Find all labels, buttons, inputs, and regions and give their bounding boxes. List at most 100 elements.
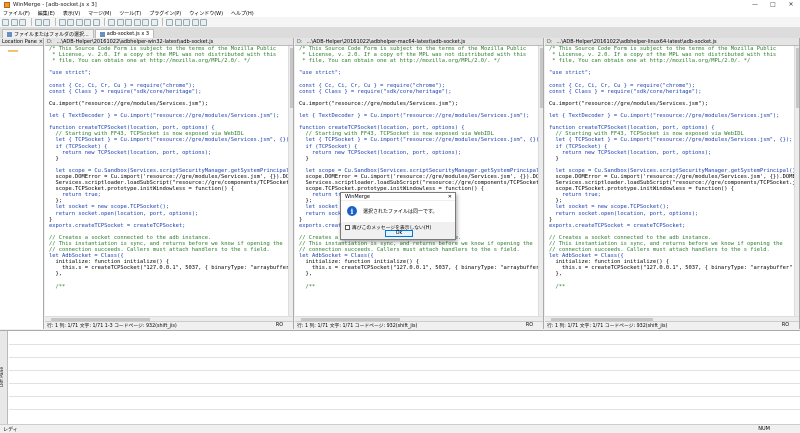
checkbox-box[interactable]	[345, 225, 350, 230]
code-line: this.s = createTCPSocket("127.0.0.1", 50…	[49, 265, 293, 272]
dialog-footer: 再びこのメッセージを表示しない(H) Ok	[341, 222, 455, 239]
diff-row-divider	[9, 370, 800, 371]
status-bar: レディ NUM	[0, 424, 800, 433]
pane-path: ...\ADB-Helper\20161022\adbhelper-linux6…	[556, 38, 717, 45]
left-pane-status: 行: 1 列: 1/71 文字: 1/71 1-3 コードページ: 932(sh…	[45, 321, 293, 329]
open-icon[interactable]	[10, 18, 18, 26]
next-diff-icon[interactable]	[58, 18, 66, 26]
copy-left-advance-icon[interactable]	[133, 18, 141, 26]
tab-label: ファイルまたはフォルダの選択...	[14, 31, 89, 38]
code-line: this.s = createTCPSocket("127.0.0.1", 50…	[549, 265, 799, 272]
menu-window[interactable]: ウィンドウ(W)	[189, 10, 223, 17]
diff-row-divider	[9, 383, 800, 384]
location-pane[interactable]: Location Pane ×	[0, 38, 44, 329]
right-file-pane[interactable]: D: ...\ADB-Helper\20161022\adbhelper-lin…	[545, 38, 800, 329]
app-icon	[4, 1, 10, 8]
minimize-button[interactable]: —	[746, 0, 764, 9]
message-dialog: WinMerge ✕ i 選択されたファイルは同一です。 再びこのメッセージを表…	[340, 192, 456, 240]
diff-row-divider	[9, 344, 800, 345]
close-button[interactable]: ✕	[782, 0, 800, 9]
right-code-view[interactable]: /* This Source Code Form is subject to t…	[545, 46, 799, 321]
new-icon[interactable]	[2, 18, 9, 26]
save-icon[interactable]	[19, 18, 26, 26]
current-diff-icon[interactable]	[84, 18, 91, 26]
middle-pane-status: 行: 1 列: 1/71 文字: 1/71 コードページ: 932(shift_…	[295, 321, 543, 329]
status-ready: レディ	[3, 426, 18, 433]
refresh-icon[interactable]	[174, 18, 182, 26]
menu-file[interactable]: ファイル(F)	[3, 10, 30, 17]
pane-status-text: 行: 1 列: 1/71 文字: 1/71 コードページ: 932(shift_…	[547, 324, 668, 329]
ok-button[interactable]: Ok	[385, 230, 413, 237]
dialog-title-bar: WinMerge ✕	[341, 193, 455, 201]
toolbar-separator	[54, 18, 56, 26]
menu-merge[interactable]: マージ(M)	[88, 10, 111, 17]
code-line: let { TextDecoder } = Cu.import("resourc…	[549, 113, 780, 120]
code-line: this.s = createTCPSocket("127.0.0.1", 50…	[299, 265, 543, 272]
code-line: let { TCPSocket } = Cu.import("resource:…	[549, 137, 793, 144]
diff-row-divider	[9, 357, 800, 358]
scroll-thumb[interactable]	[290, 48, 293, 108]
tab-open-files[interactable]: ファイルまたはフォルダの選択...	[2, 29, 94, 38]
last-diff-icon[interactable]	[92, 18, 100, 26]
location-pane-close-icon[interactable]: ×	[39, 39, 43, 45]
filter-icon[interactable]	[183, 18, 190, 26]
scroll-thumb[interactable]	[796, 48, 799, 108]
pane-status-text: 行: 1 列: 1/71 文字: 1/71 1-3 コードページ: 932(sh…	[47, 324, 177, 329]
pane-path: ...\ADB-Helper\20161022\adbhelper-win32-…	[56, 38, 214, 45]
undo-icon[interactable]	[34, 18, 42, 26]
settings-icon[interactable]	[200, 18, 207, 26]
copy-right-icon[interactable]	[108, 18, 115, 26]
code-line: let { TextDecoder } = Cu.import("resourc…	[49, 113, 280, 120]
prev-diff-icon[interactable]	[67, 18, 74, 26]
read-only-badge: RO	[525, 323, 533, 328]
scroll-thumb[interactable]	[540, 48, 543, 108]
maximize-button[interactable]: □	[764, 0, 782, 9]
dialog-title: WinMerge	[345, 193, 370, 200]
tab-label: adb-socket.js x 3	[106, 31, 150, 37]
code-line: let { TextDecoder } = Cu.import("resourc…	[299, 113, 530, 120]
left-vertical-scrollbar[interactable]	[288, 46, 293, 321]
middle-file-pane[interactable]: D: ...\ADB-Helper\20161022\adbhelper-mac…	[295, 38, 544, 329]
first-diff-icon[interactable]	[75, 18, 83, 26]
diff-row-divider	[9, 409, 800, 410]
compare-icon[interactable]	[191, 18, 199, 26]
left-code-view[interactable]: /* This Source Code Form is subject to t…	[45, 46, 293, 321]
dialog-close-icon[interactable]: ✕	[448, 194, 452, 200]
toolbar-separator	[162, 18, 163, 26]
read-only-badge: RO	[781, 323, 789, 328]
copy-all-left-icon[interactable]	[150, 18, 158, 26]
left-file-pane[interactable]: D: ...\ADB-Helper\20161022\adbhelper-win…	[45, 38, 294, 329]
dialog-message: 選択されたファイルは同一です。	[363, 209, 438, 215]
menu-view[interactable]: 表示(V)	[63, 10, 80, 17]
window-title: WinMerge - [adb-socket.js x 3]	[13, 1, 97, 8]
right-vertical-scrollbar[interactable]	[794, 46, 799, 321]
location-pane-header: Location Pane ×	[0, 38, 43, 46]
menu-plugins[interactable]: プラグイン(P)	[149, 10, 181, 17]
code-line: /**	[299, 283, 316, 290]
file-compare-icon	[99, 31, 105, 37]
copy-all-right-icon[interactable]	[142, 18, 149, 26]
menu-tools[interactable]: ツール(T)	[119, 10, 141, 17]
menu-help[interactable]: ヘルプ(H)	[231, 10, 254, 17]
middle-code-view[interactable]: /* This Source Code Form is subject to t…	[295, 46, 543, 321]
redo-icon[interactable]	[43, 18, 50, 26]
middle-pane-header: D: ...\ADB-Helper\20161022\adbhelper-mac…	[295, 38, 543, 46]
code-line: /**	[549, 283, 566, 290]
tab-bar: ファイルまたはフォルダの選択... adb-socket.js x 3	[0, 28, 800, 38]
info-icon: i	[347, 206, 357, 216]
diff-pane[interactable]: Diff Pane	[0, 330, 800, 425]
menu-edit[interactable]: 編集(E)	[38, 10, 55, 17]
status-num: NUM	[758, 426, 770, 432]
right-pane-header: D: ...\ADB-Helper\20161022\adbhelper-lin…	[545, 38, 799, 46]
left-pane-header: D: ...\ADB-Helper\20161022\adbhelper-win…	[45, 38, 293, 46]
middle-vertical-scrollbar[interactable]	[538, 46, 543, 321]
toolbar	[0, 17, 800, 28]
tab-adb-socket[interactable]: adb-socket.js x 3	[94, 29, 155, 38]
pane-path: ...\ADB-Helper\20161022\adbhelper-mac64-…	[306, 38, 466, 45]
options-icon[interactable]	[166, 18, 173, 26]
code-line: let { TCPSocket } = Cu.import("resource:…	[49, 137, 293, 144]
pane-status-text: 行: 1 列: 1/71 文字: 1/71 コードページ: 932(shift_…	[297, 324, 418, 329]
copy-left-icon[interactable]	[116, 18, 124, 26]
copy-right-advance-icon[interactable]	[125, 18, 132, 26]
pane-drive-label: D:	[297, 38, 303, 45]
